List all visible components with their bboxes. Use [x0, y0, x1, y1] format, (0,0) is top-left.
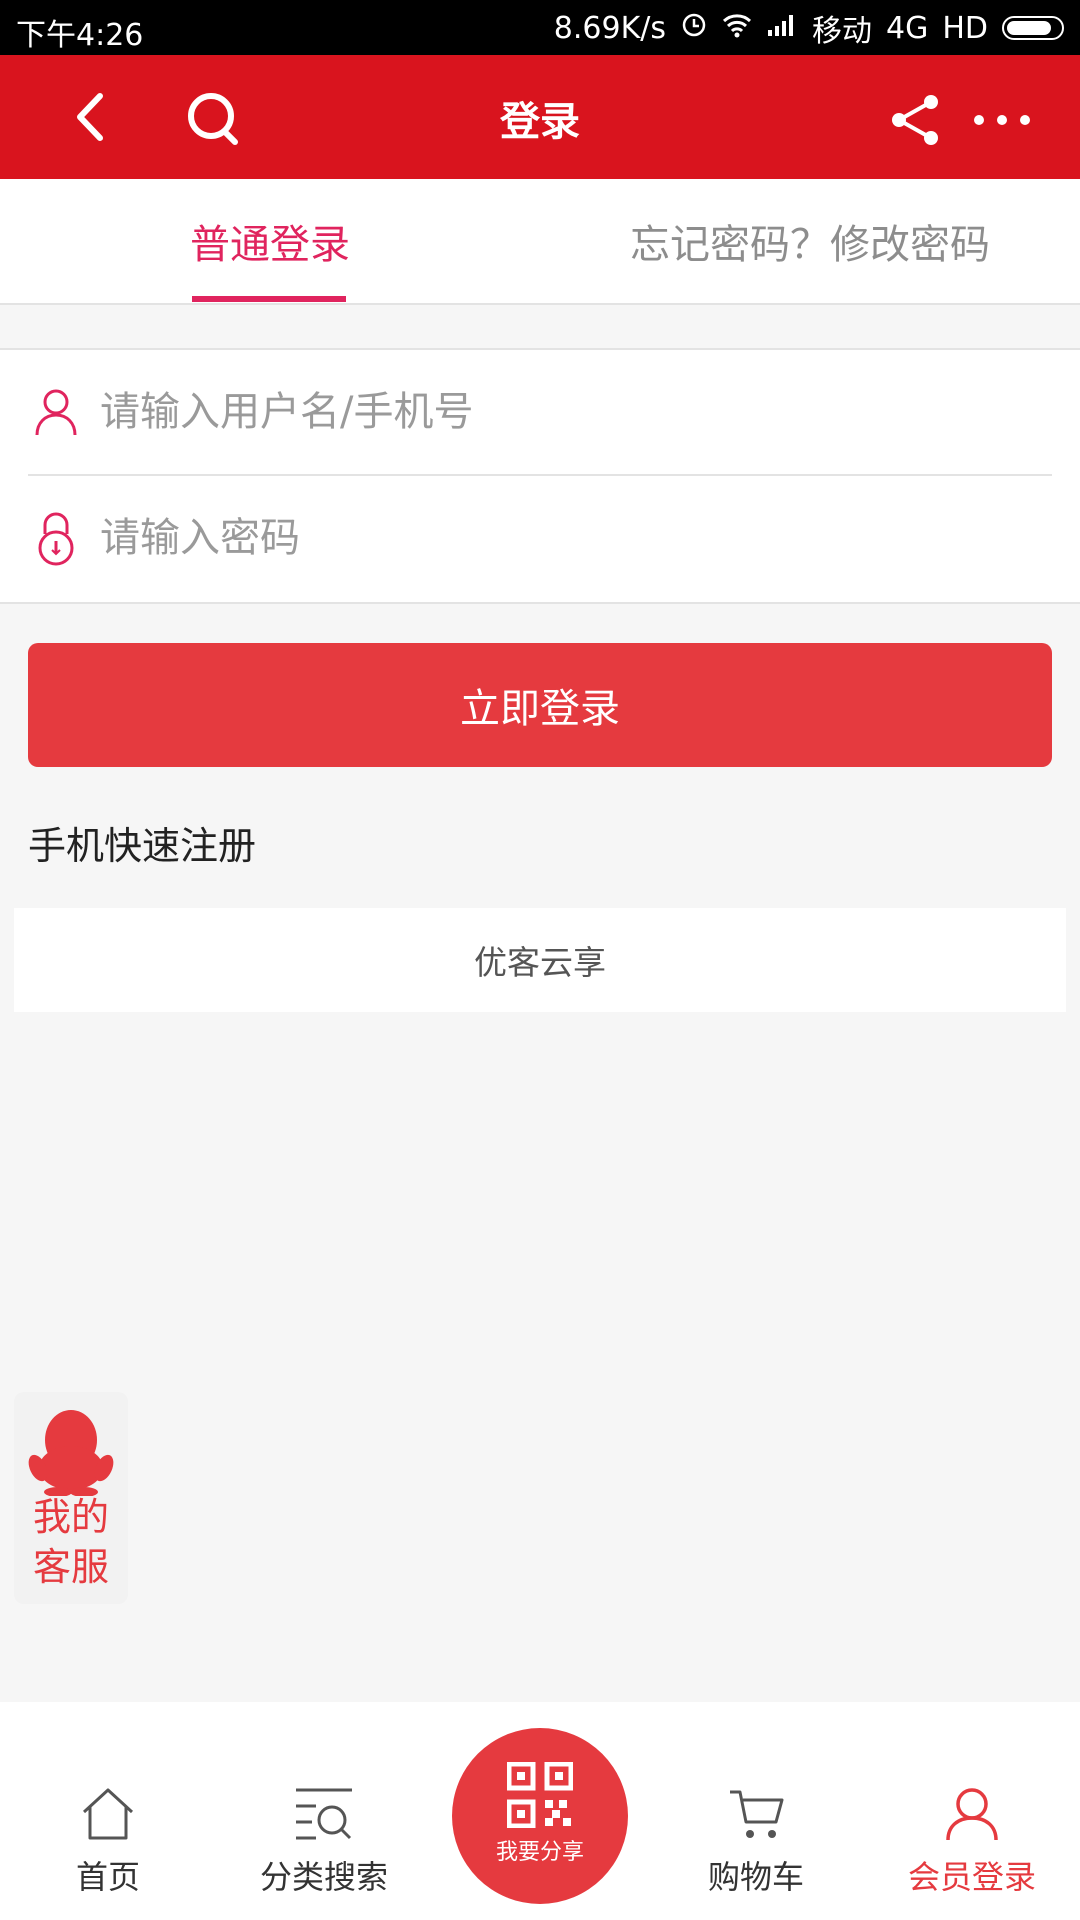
login-button[interactable]: 立即登录: [28, 643, 1052, 767]
nav-member-label: 会员登录: [907, 1858, 1036, 1896]
battery-icon: [1002, 16, 1064, 40]
nav-cart[interactable]: 购物车: [648, 1702, 864, 1920]
nav-home-label: 首页: [75, 1858, 140, 1896]
wifi-icon: [722, 11, 752, 46]
username-row: [28, 350, 1052, 476]
share-qr-label: 我要分享: [495, 1840, 584, 1865]
tab-forgot-password[interactable]: 忘记密码？修改密码: [540, 179, 1080, 303]
status-time: 下午4:26: [16, 18, 144, 53]
category-search-icon: [296, 1788, 352, 1840]
cart-icon: [730, 1790, 784, 1838]
nav-cart-label: 购物车: [707, 1858, 804, 1896]
nav-category-label: 分类搜索: [259, 1858, 388, 1896]
password-input[interactable]: [98, 514, 1002, 562]
network-type: 4G: [885, 10, 929, 46]
qq-penguin-icon: [28, 1410, 114, 1496]
customer-service-label: 我的 客服: [32, 1495, 109, 1589]
tab-normal-login[interactable]: 普通登录: [0, 179, 540, 303]
username-input[interactable]: [98, 388, 1002, 436]
member-icon: [946, 1788, 998, 1841]
more-icon[interactable]: [962, 85, 1042, 155]
customer-service-button[interactable]: 我的 客服: [14, 1392, 128, 1604]
nav-category-search[interactable]: 分类搜索: [216, 1702, 432, 1920]
home-icon: [82, 1788, 134, 1840]
login-form: [0, 348, 1080, 604]
carrier: 移动: [811, 14, 872, 49]
brand-footer: 优客云享: [14, 908, 1066, 1012]
network-speed: 8.69K/s: [553, 10, 666, 46]
hd-indicator: HD: [942, 10, 988, 46]
status-bar: 下午4:26 8.69K/s 移动 4G HD: [0, 0, 1080, 55]
alarm-icon: [680, 10, 708, 46]
app-bar: 登录: [0, 55, 1080, 179]
password-row: [28, 476, 1052, 600]
lock-icon: [28, 510, 84, 566]
user-icon: [28, 384, 84, 440]
share-icon[interactable]: [880, 85, 950, 155]
nav-member-login[interactable]: 会员登录: [864, 1702, 1080, 1920]
login-tabs: 普通登录 忘记密码？修改密码: [0, 179, 1080, 305]
qr-code-icon: [507, 1762, 573, 1828]
active-tab-indicator: [192, 296, 346, 302]
signal-icon: [766, 11, 798, 46]
nav-home[interactable]: 首页: [0, 1702, 216, 1920]
status-right: 8.69K/s 移动 4G HD: [553, 10, 1064, 49]
share-qr-button[interactable]: 我要分享: [452, 1728, 628, 1904]
quick-register-link[interactable]: 手机快速注册: [28, 815, 256, 870]
